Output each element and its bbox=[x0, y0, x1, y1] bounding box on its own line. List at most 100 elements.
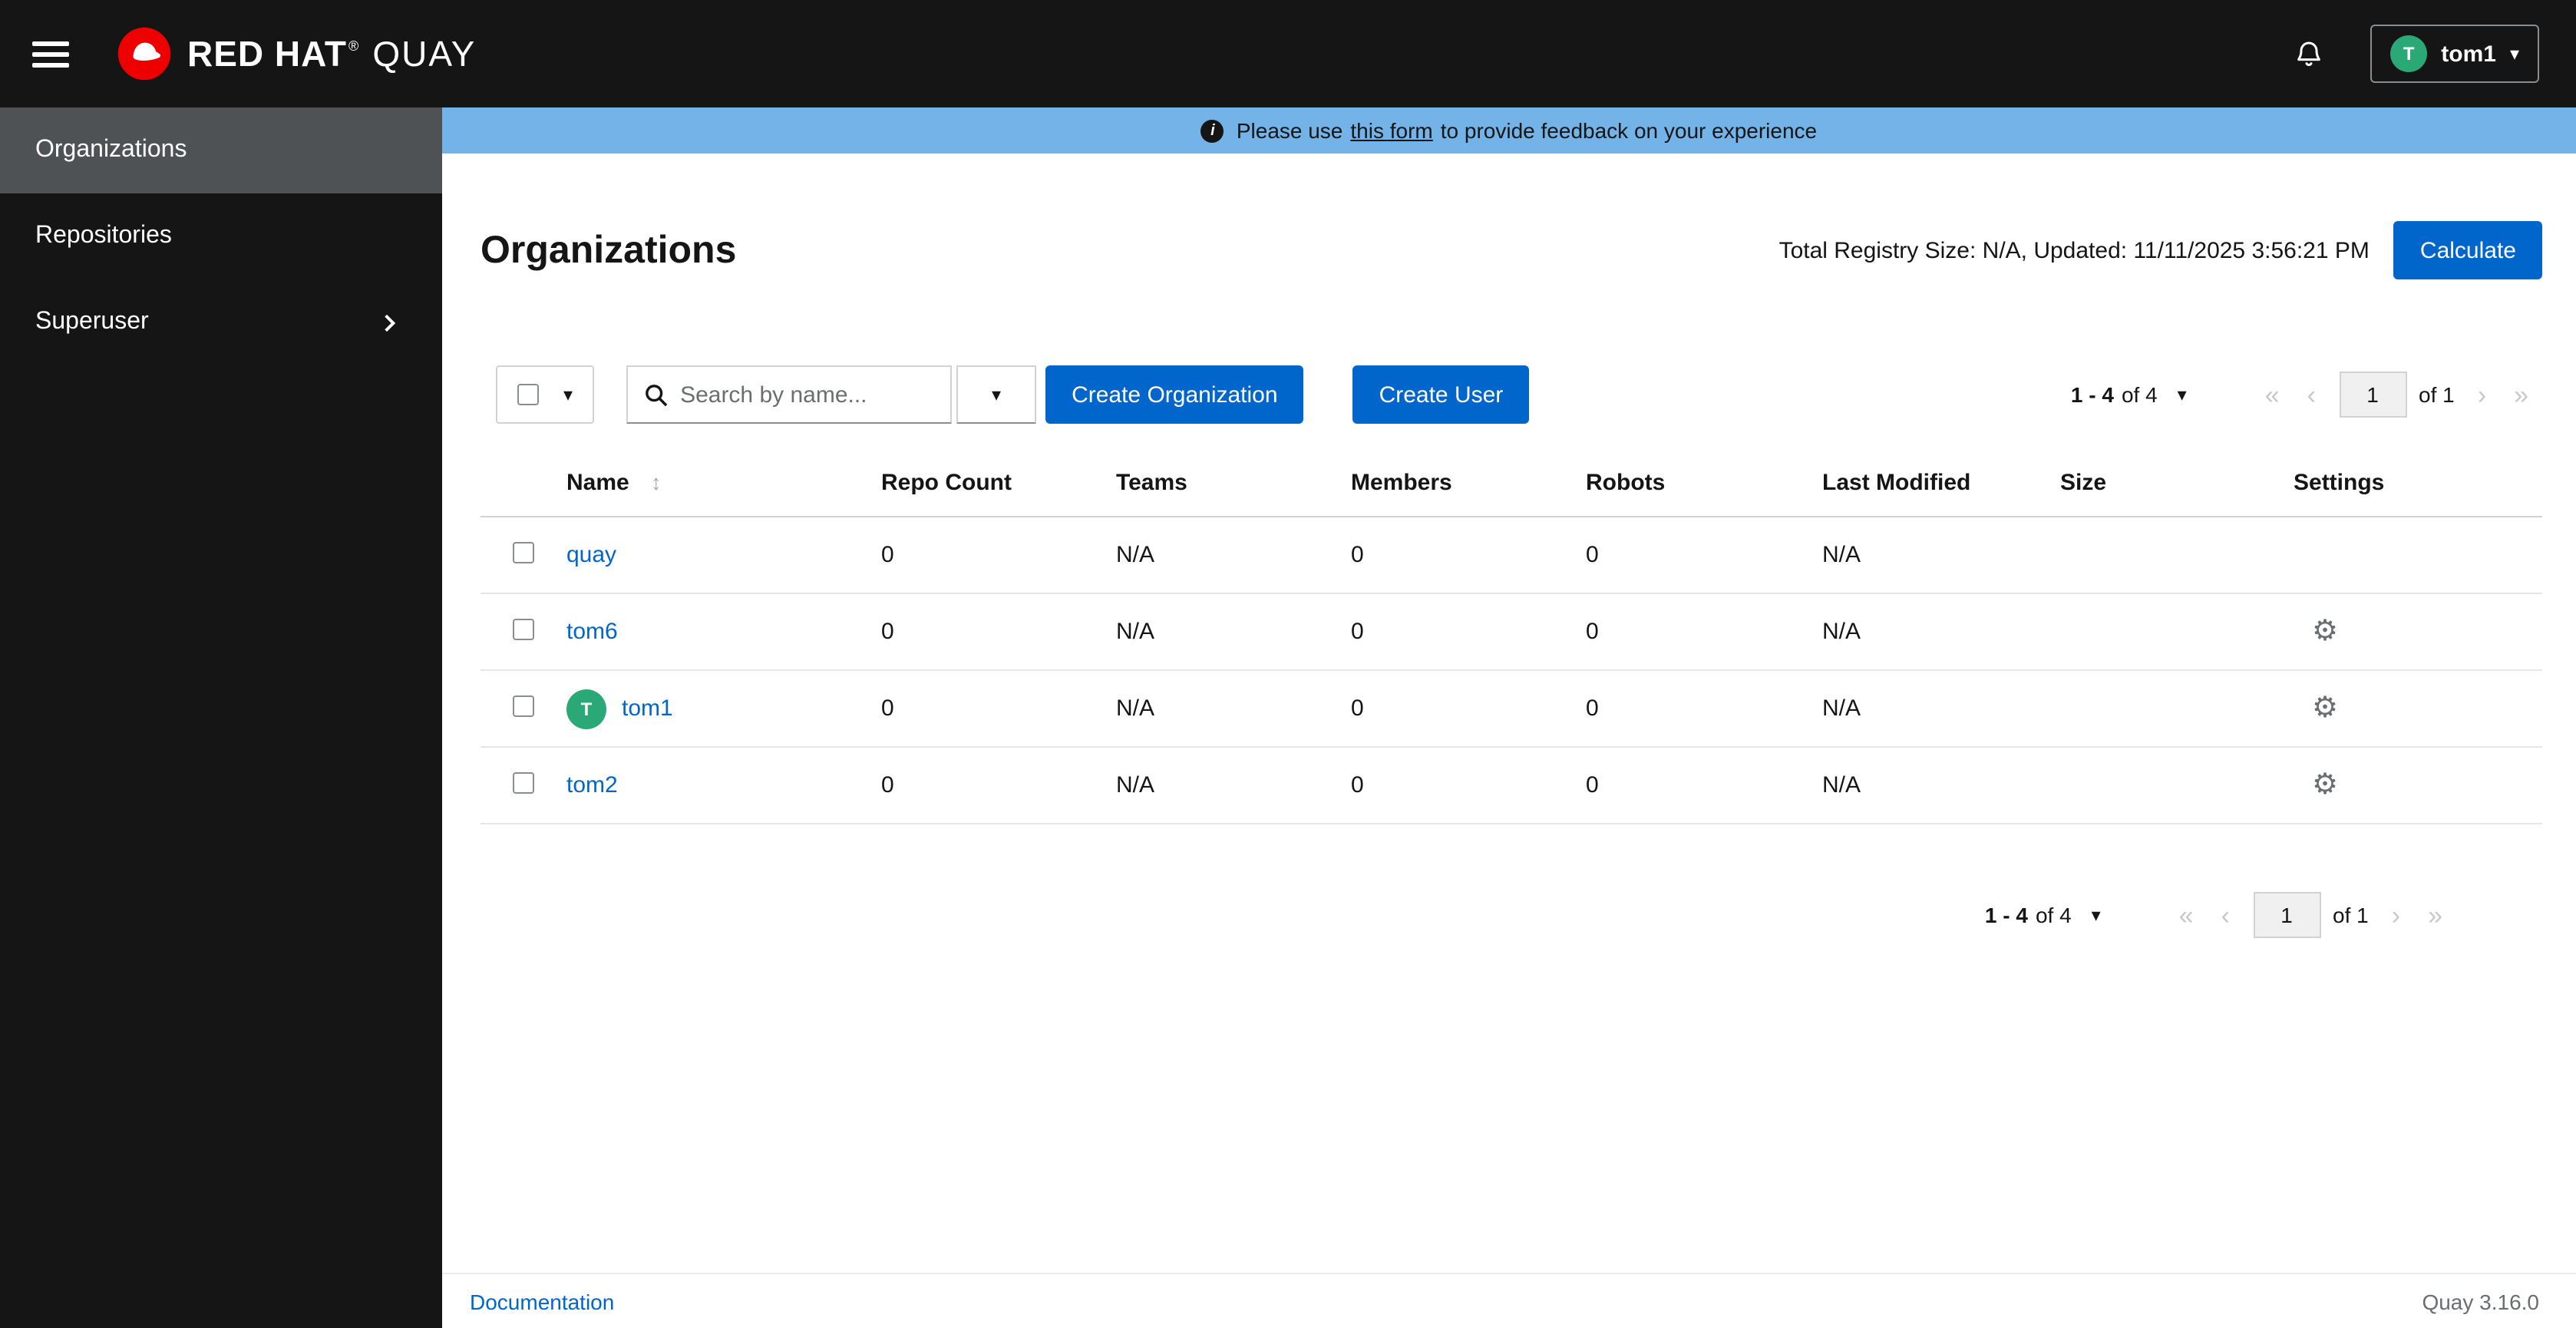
pagination-bottom: 1 - 4 of 4 ▾ « ‹ of 1 › » bbox=[1985, 892, 2456, 938]
sort-icon[interactable]: ↕ bbox=[651, 470, 662, 494]
column-header-size: Size bbox=[2048, 454, 2281, 517]
create-user-button[interactable]: Create User bbox=[1352, 365, 1530, 424]
notifications-bell-icon[interactable] bbox=[2294, 38, 2324, 70]
select-all-checkbox[interactable] bbox=[517, 384, 539, 405]
cell-robots: 0 bbox=[1574, 670, 1810, 748]
column-header-last-modified: Last Modified bbox=[1810, 454, 2048, 517]
sidebar-item-label: Organizations bbox=[35, 137, 187, 163]
column-header-name[interactable]: Name ↕ bbox=[554, 454, 869, 517]
registry-size-text: Total Registry Size: N/A, Updated: 11/11… bbox=[1778, 237, 2370, 263]
chevron-down-icon: ▾ bbox=[2091, 904, 2101, 926]
table-toolbar: ▾ ▾ Create Organization Create User bbox=[481, 365, 2542, 424]
sidebar-item-superuser[interactable]: Superuser bbox=[0, 279, 442, 365]
cell-size bbox=[2048, 670, 2281, 748]
search-group: ▾ bbox=[626, 365, 1037, 424]
organizations-table: Name ↕ Repo Count Teams Members Robots La… bbox=[481, 454, 2542, 824]
first-page-button[interactable]: « bbox=[2251, 382, 2294, 408]
pagination-range-dropdown[interactable]: 1 - 4 of 4 ▾ bbox=[2071, 382, 2187, 407]
chevron-down-icon: ▾ bbox=[2509, 43, 2519, 64]
column-header-teams: Teams bbox=[1104, 454, 1339, 517]
page-count-label: of 1 bbox=[2333, 903, 2369, 927]
chevron-down-icon: ▾ bbox=[563, 384, 573, 405]
column-header-members: Members bbox=[1339, 454, 1574, 517]
cell-settings: ⚙ bbox=[2281, 670, 2542, 748]
search-options-dropdown[interactable]: ▾ bbox=[956, 365, 1037, 424]
cell-size bbox=[2048, 517, 2281, 594]
table-row: Ttom1 0 N/A 0 0 N/A ⚙ bbox=[481, 670, 2542, 748]
row-checkbox[interactable] bbox=[513, 618, 534, 639]
prev-page-button[interactable]: ‹ bbox=[2294, 382, 2330, 408]
last-page-button[interactable]: » bbox=[2500, 382, 2542, 408]
cell-name: tom6 bbox=[554, 593, 869, 671]
pagination-range-dropdown[interactable]: 1 - 4 of 4 ▾ bbox=[1985, 903, 2101, 927]
first-page-button[interactable]: « bbox=[2165, 902, 2208, 928]
page-title: Organizations bbox=[481, 228, 737, 271]
cell-name: tom2 bbox=[554, 747, 869, 824]
prev-page-button[interactable]: ‹ bbox=[2208, 902, 2244, 928]
cell-robots: 0 bbox=[1574, 747, 1810, 824]
sidebar-item-repositories[interactable]: Repositories bbox=[0, 193, 442, 279]
cell-members: 0 bbox=[1339, 517, 1574, 594]
cell-robots: 0 bbox=[1574, 593, 1810, 671]
cell-last-modified: N/A bbox=[1810, 517, 2048, 594]
feedback-form-link[interactable]: this form bbox=[1350, 118, 1432, 143]
row-checkbox[interactable] bbox=[513, 771, 534, 793]
user-name: tom1 bbox=[2441, 41, 2496, 67]
row-checkbox[interactable] bbox=[513, 695, 534, 716]
chevron-down-icon: ▾ bbox=[2177, 384, 2187, 405]
pagination-range-text: 1 - 4 bbox=[2070, 382, 2114, 407]
version-text: Quay 3.16.0 bbox=[2422, 1289, 2539, 1313]
org-settings-gear-icon[interactable]: ⚙ bbox=[2294, 617, 2338, 646]
sidebar-item-organizations[interactable]: Organizations bbox=[0, 107, 442, 193]
next-page-button[interactable]: › bbox=[2378, 902, 2414, 928]
table-row: quay 0 N/A 0 0 N/A bbox=[481, 517, 2542, 594]
app: RED HAT ® QUAY T tom1 ▾ Organizations Re… bbox=[0, 0, 2576, 1328]
cell-members: 0 bbox=[1339, 670, 1574, 748]
feedback-banner: i Please use this form to provide feedba… bbox=[442, 107, 2576, 154]
column-header-repo-count: Repo Count bbox=[869, 454, 1104, 517]
user-avatar: T bbox=[2390, 35, 2428, 72]
org-link[interactable]: quay bbox=[566, 542, 616, 568]
column-header-settings: Settings bbox=[2281, 454, 2542, 517]
documentation-link[interactable]: Documentation bbox=[470, 1289, 614, 1313]
cell-repo-count: 0 bbox=[869, 670, 1104, 748]
pagination-nav: « ‹ of 1 › » bbox=[2165, 892, 2456, 938]
pagination-bottom-wrap: 1 - 4 of 4 ▾ « ‹ of 1 › » bbox=[442, 892, 2576, 938]
current-page-input[interactable] bbox=[2253, 892, 2320, 938]
cell-settings: ⚙ bbox=[2281, 747, 2542, 824]
info-icon: i bbox=[1200, 119, 1224, 142]
next-page-button[interactable]: › bbox=[2464, 382, 2500, 408]
org-link[interactable]: tom1 bbox=[622, 695, 673, 721]
org-link[interactable]: tom2 bbox=[566, 772, 618, 798]
search-input[interactable] bbox=[680, 382, 951, 408]
table-header-row: Name ↕ Repo Count Teams Members Robots La… bbox=[481, 454, 2542, 517]
page-body: Organizations Repositories Superuser i P… bbox=[0, 107, 2576, 1328]
chevron-right-icon bbox=[379, 312, 399, 332]
search-icon bbox=[645, 383, 668, 406]
banner-text-suffix: to provide feedback on your experience bbox=[1440, 118, 1818, 143]
org-settings-gear-icon[interactable]: ⚙ bbox=[2294, 771, 2338, 800]
calculate-button[interactable]: Calculate bbox=[2393, 221, 2542, 279]
column-header-select bbox=[481, 454, 554, 517]
main-content: i Please use this form to provide feedba… bbox=[442, 107, 2576, 1328]
brand-quay-text: QUAY bbox=[372, 33, 477, 73]
chevron-down-icon: ▾ bbox=[992, 384, 1002, 405]
quay-brand[interactable]: RED HAT ® QUAY bbox=[117, 26, 476, 81]
column-header-robots: Robots bbox=[1574, 454, 1810, 517]
user-menu-dropdown[interactable]: T tom1 ▾ bbox=[2370, 25, 2539, 83]
row-checkbox[interactable] bbox=[513, 541, 534, 563]
banner-text-prefix: Please use bbox=[1236, 118, 1343, 143]
cell-robots: 0 bbox=[1574, 517, 1810, 594]
cell-select bbox=[481, 747, 554, 824]
masthead-right: T tom1 ▾ bbox=[2294, 25, 2539, 83]
org-link[interactable]: tom6 bbox=[566, 619, 618, 645]
create-organization-button[interactable]: Create Organization bbox=[1045, 365, 1304, 424]
bulk-select-dropdown[interactable]: ▾ bbox=[496, 365, 595, 424]
current-page-input[interactable] bbox=[2339, 372, 2406, 418]
org-settings-gear-icon[interactable]: ⚙ bbox=[2294, 694, 2338, 723]
last-page-button[interactable]: » bbox=[2414, 902, 2456, 928]
registry-size-area: Total Registry Size: N/A, Updated: 11/11… bbox=[1779, 221, 2542, 279]
brand-red-hat-text: RED HAT bbox=[187, 33, 348, 73]
nav-toggle-hamburger-icon[interactable] bbox=[31, 38, 71, 70]
pagination-of-total: of 4 bbox=[2035, 903, 2072, 927]
